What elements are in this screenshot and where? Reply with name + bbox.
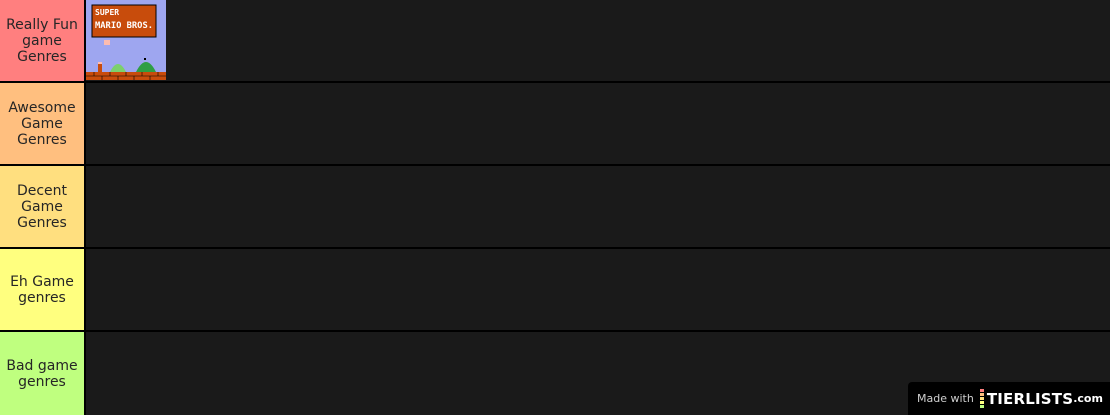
super-mario-bros-title-image: SUPER MARIO BROS.: [86, 0, 166, 80]
tier-list: Really Fun game Genres SUPER MARIO BROS.: [0, 0, 1110, 415]
watermark-brand-suffix: .com: [1073, 392, 1103, 405]
tier-items-dropzone[interactable]: [86, 166, 1110, 247]
tier-label[interactable]: Awesome Game Genres: [0, 83, 84, 164]
watermark-brand: TIERLISTS: [986, 389, 1074, 408]
tierlists-watermark[interactable]: Made with TIERLISTS .com: [908, 382, 1110, 415]
tier-label[interactable]: Really Fun game Genres: [0, 0, 84, 81]
tier-label[interactable]: Bad game genres: [0, 332, 84, 415]
cover-title-line2: MARIO BROS.: [95, 21, 153, 31]
tier-label[interactable]: Decent Game Genres: [0, 166, 84, 247]
tier-row-eh: Eh Game genres: [0, 249, 1110, 330]
tier-row-decent: Decent Game Genres: [0, 166, 1110, 247]
tier-row-really-fun: Really Fun game Genres SUPER MARIO BROS.: [0, 0, 1110, 81]
tier-label[interactable]: Eh Game genres: [0, 249, 84, 330]
tier-items-dropzone[interactable]: [86, 249, 1110, 330]
tier-row-awesome: Awesome Game Genres: [0, 83, 1110, 164]
tier-item-super-mario-bros[interactable]: SUPER MARIO BROS.: [86, 0, 166, 80]
tierlists-logo: TIERLISTS .com: [979, 389, 1103, 408]
tier-items-dropzone[interactable]: [86, 83, 1110, 164]
tierlists-bars-icon: [979, 389, 984, 408]
tier-items-dropzone[interactable]: SUPER MARIO BROS.: [86, 0, 1110, 81]
watermark-made-with: Made with: [917, 392, 974, 405]
cover-title-line1: SUPER: [95, 8, 119, 17]
